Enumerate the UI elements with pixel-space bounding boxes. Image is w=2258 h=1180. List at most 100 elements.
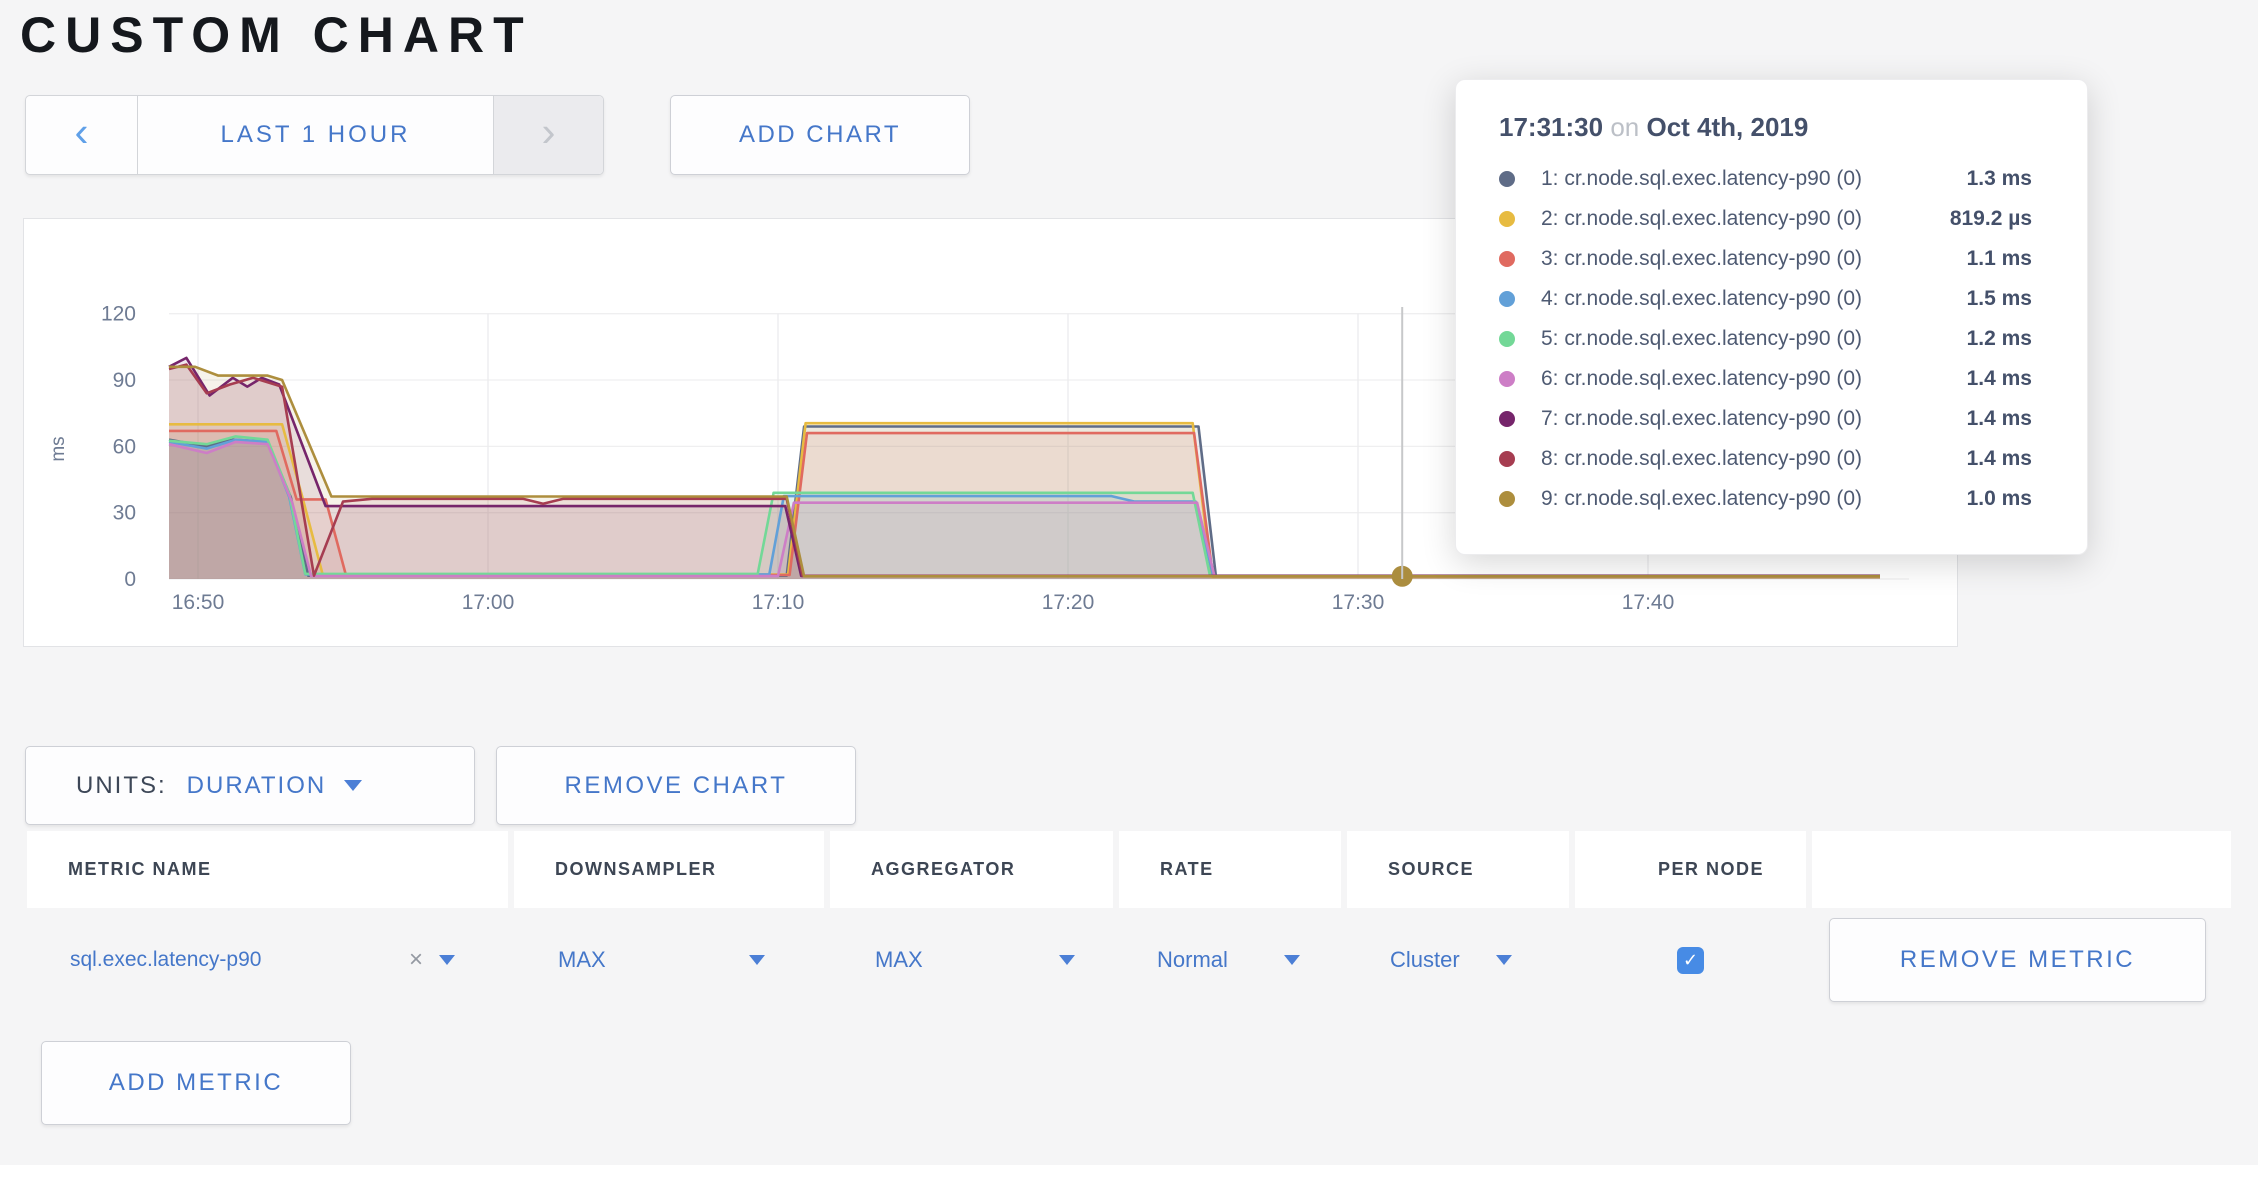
chevron-down-icon <box>344 780 362 791</box>
tooltip-series-row: 2: cr.node.sql.exec.latency-p90 (0)819.2… <box>1499 199 2032 239</box>
metric-name-value[interactable]: sql.exec.latency-p90 <box>70 948 261 972</box>
tooltip-series-row: 4: cr.node.sql.exec.latency-p90 (0)1.5 m… <box>1499 279 2032 319</box>
chevron-right-icon: › <box>542 112 556 158</box>
series-label: 3: cr.node.sql.exec.latency-p90 (0) <box>1541 247 1967 271</box>
clear-metric-icon[interactable]: × <box>409 946 423 974</box>
per-node-checkbox[interactable]: ✓ <box>1677 947 1704 974</box>
bottom-strip <box>0 1165 2258 1180</box>
tooltip-series-row: 8: cr.node.sql.exec.latency-p90 (0)1.4 m… <box>1499 439 2032 479</box>
aggregator-cell: MAX <box>830 908 1113 1012</box>
time-window-label[interactable]: LAST 1 HOUR <box>138 96 493 174</box>
remove-metric-button[interactable]: REMOVE METRIC <box>1829 918 2206 1002</box>
series-value: 1.4 ms <box>1967 407 2032 431</box>
check-icon: ✓ <box>1683 950 1698 971</box>
units-value: DURATION <box>187 772 327 800</box>
remove-chart-button[interactable]: REMOVE CHART <box>496 746 856 825</box>
series-label: 2: cr.node.sql.exec.latency-p90 (0) <box>1541 207 1950 231</box>
downsampler-caret-icon[interactable] <box>749 955 765 965</box>
y-tick-label: 0 <box>124 568 136 591</box>
x-tick-label: 17:40 <box>1622 591 1675 614</box>
rate-select[interactable]: Normal <box>1157 947 1228 973</box>
metric-name-cell: sql.exec.latency-p90 × <box>27 908 508 1012</box>
series-value: 819.2 µs <box>1950 207 2032 231</box>
rate-caret-icon[interactable] <box>1284 955 1300 965</box>
series-color-dot-icon <box>1499 331 1515 347</box>
chevron-left-icon: ‹ <box>75 112 89 158</box>
add-metric-button[interactable]: ADD METRIC <box>41 1041 351 1125</box>
header-actions <box>1812 831 2231 908</box>
series-label: 4: cr.node.sql.exec.latency-p90 (0) <box>1541 287 1967 311</box>
tooltip-header: 17:31:30 on Oct 4th, 2019 <box>1499 112 2032 143</box>
time-window-prev-button[interactable]: ‹ <box>26 96 138 174</box>
tooltip-date: Oct 4th, 2019 <box>1646 112 1808 142</box>
tooltip-time: 17:31:30 <box>1499 112 1603 142</box>
series-value: 1.2 ms <box>1967 327 2032 351</box>
header-rate: RATE <box>1119 831 1341 908</box>
time-window-selector: ‹ LAST 1 HOUR › <box>25 95 604 175</box>
series-label: 1: cr.node.sql.exec.latency-p90 (0) <box>1541 167 1967 191</box>
series-color-dot-icon <box>1499 171 1515 187</box>
series-value: 1.3 ms <box>1967 167 2032 191</box>
series-label: 7: cr.node.sql.exec.latency-p90 (0) <box>1541 407 1967 431</box>
series-color-dot-icon <box>1499 211 1515 227</box>
series-color-dot-icon <box>1499 251 1515 267</box>
custom-chart-page: CUSTOM CHART ‹ LAST 1 HOUR › ADD CHART 0… <box>0 0 2258 1180</box>
y-tick-label: 90 <box>113 369 136 392</box>
x-tick-label: 17:00 <box>462 591 515 614</box>
y-tick-label: 30 <box>113 502 136 525</box>
series-value: 1.1 ms <box>1967 247 2032 271</box>
series-value: 1.4 ms <box>1967 367 2032 391</box>
series-value: 1.4 ms <box>1967 447 2032 471</box>
y-tick-label: 120 <box>101 303 136 326</box>
header-per-node: PER NODE <box>1575 831 1806 908</box>
units-label: UNITS: <box>76 772 167 800</box>
tooltip-series-row: 3: cr.node.sql.exec.latency-p90 (0)1.1 m… <box>1499 239 2032 279</box>
x-tick-label: 17:20 <box>1042 591 1095 614</box>
tooltip-series-row: 7: cr.node.sql.exec.latency-p90 (0)1.4 m… <box>1499 399 2032 439</box>
header-aggregator: AGGREGATOR <box>830 831 1113 908</box>
header-metric-name: METRIC NAME <box>27 831 508 908</box>
tooltip-series-row: 6: cr.node.sql.exec.latency-p90 (0)1.4 m… <box>1499 359 2032 399</box>
aggregator-select[interactable]: MAX <box>875 947 923 973</box>
series-value: 1.0 ms <box>1967 487 2032 511</box>
source-caret-icon[interactable] <box>1496 955 1512 965</box>
rate-cell: Normal <box>1119 908 1341 1012</box>
source-select[interactable]: Cluster <box>1390 947 1460 973</box>
units-dropdown[interactable]: UNITS: DURATION <box>25 746 475 825</box>
metrics-table-header: METRIC NAME DOWNSAMPLER AGGREGATOR RATE … <box>27 831 2231 908</box>
series-color-dot-icon <box>1499 491 1515 507</box>
series-value: 1.5 ms <box>1967 287 2032 311</box>
aggregator-caret-icon[interactable] <box>1059 955 1075 965</box>
series-label: 6: cr.node.sql.exec.latency-p90 (0) <box>1541 367 1967 391</box>
tooltip-series-row: 5: cr.node.sql.exec.latency-p90 (0)1.2 m… <box>1499 319 2032 359</box>
x-tick-label: 17:10 <box>752 591 805 614</box>
x-tick-label: 16:50 <box>172 591 225 614</box>
header-downsampler: DOWNSAMPLER <box>514 831 824 908</box>
add-chart-button[interactable]: ADD CHART <box>670 95 970 175</box>
header-source: SOURCE <box>1347 831 1569 908</box>
chart-hover-tooltip: 17:31:30 on Oct 4th, 2019 1: cr.node.sql… <box>1455 79 2088 555</box>
tooltip-conjunction: on <box>1610 112 1639 142</box>
metric-dropdown-caret-icon[interactable] <box>439 955 455 965</box>
page-title: CUSTOM CHART <box>20 6 533 64</box>
tooltip-series-row: 9: cr.node.sql.exec.latency-p90 (0)1.0 m… <box>1499 479 2032 519</box>
x-tick-label: 17:30 <box>1332 591 1385 614</box>
tooltip-series-row: 1: cr.node.sql.exec.latency-p90 (0)1.3 m… <box>1499 159 2032 199</box>
series-label: 9: cr.node.sql.exec.latency-p90 (0) <box>1541 487 1967 511</box>
downsampler-select[interactable]: MAX <box>558 947 606 973</box>
series-color-dot-icon <box>1499 451 1515 467</box>
downsampler-cell: MAX <box>514 908 824 1012</box>
series-color-dot-icon <box>1499 371 1515 387</box>
tooltip-rows: 1: cr.node.sql.exec.latency-p90 (0)1.3 m… <box>1499 159 2032 519</box>
series-color-dot-icon <box>1499 291 1515 307</box>
actions-cell: REMOVE METRIC <box>1812 908 2231 1012</box>
metric-table-row: sql.exec.latency-p90 × MAX MAX Normal Cl… <box>27 908 2231 1012</box>
series-label: 8: cr.node.sql.exec.latency-p90 (0) <box>1541 447 1967 471</box>
y-tick-label: 60 <box>113 435 136 458</box>
time-window-next-button[interactable]: › <box>493 96 603 174</box>
per-node-cell: ✓ <box>1575 908 1806 1012</box>
series-label: 5: cr.node.sql.exec.latency-p90 (0) <box>1541 327 1967 351</box>
series-color-dot-icon <box>1499 411 1515 427</box>
y-axis-unit-label: ms <box>48 436 69 461</box>
source-cell: Cluster <box>1347 908 1569 1012</box>
